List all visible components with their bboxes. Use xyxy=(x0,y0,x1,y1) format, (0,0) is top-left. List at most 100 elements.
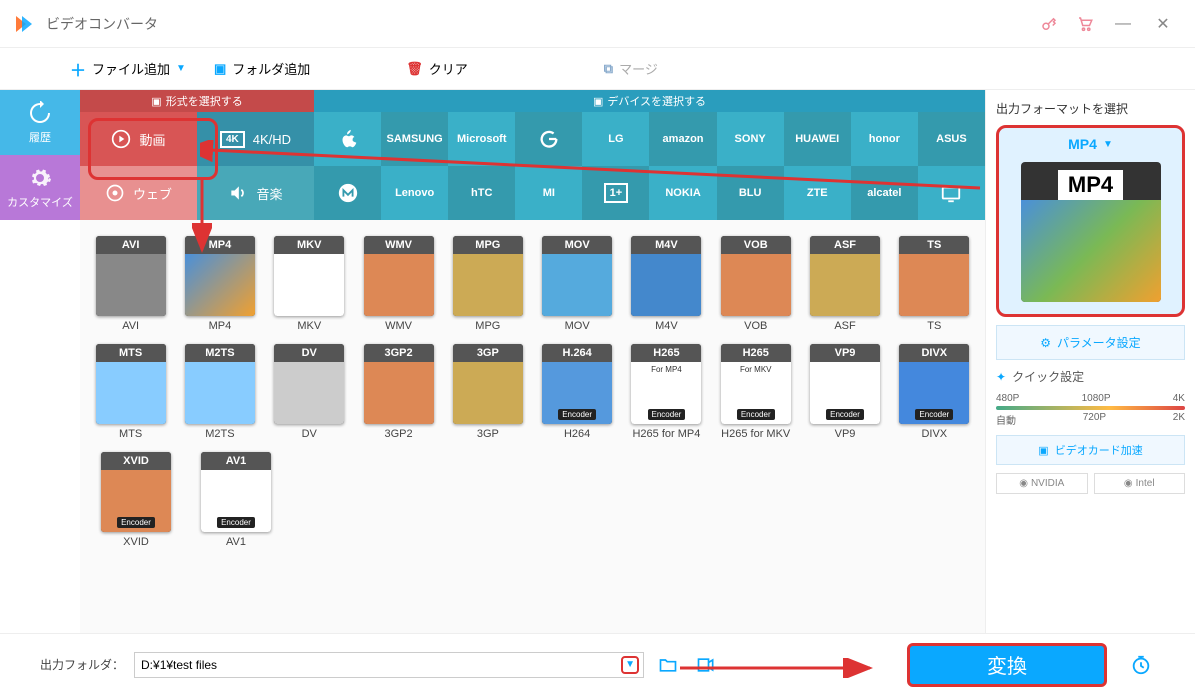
add-file-button[interactable]: ＋ ファイル追加 ▼ xyxy=(60,53,196,85)
brand-lg[interactable]: LG xyxy=(582,112,649,166)
format-badge: MKV xyxy=(274,236,344,254)
format-label: MP4 xyxy=(209,320,232,332)
brand-nokia[interactable]: NOKIA xyxy=(649,166,716,220)
format-h264[interactable]: H.264EncoderH264 xyxy=(534,340,619,444)
format-mkv[interactable]: MKVMKV xyxy=(267,232,352,336)
format-xvid[interactable]: XVIDEncoderXVID xyxy=(88,448,184,552)
key-icon[interactable] xyxy=(1031,6,1067,42)
minimize-button[interactable]: — xyxy=(1103,6,1143,42)
plus-icon: ＋ xyxy=(70,57,86,81)
format-badge: H.264 xyxy=(542,344,612,362)
brand-g[interactable] xyxy=(515,112,582,166)
add-folder-button[interactable]: ▣ フォルダ追加 xyxy=(204,55,320,82)
category-4k[interactable]: 4K 4K/HD xyxy=(197,112,314,166)
format-mp4[interactable]: MP4 MP4 xyxy=(177,232,262,336)
format-m2ts[interactable]: M2TSM2TS xyxy=(177,340,262,444)
chevron-down-icon: ▼ xyxy=(1103,139,1113,150)
gpu-accel-button[interactable]: ▣ ビデオカード加速 xyxy=(996,435,1185,465)
format-asf[interactable]: ASFASF xyxy=(802,232,887,336)
brand-apple[interactable] xyxy=(314,112,381,166)
brand-1+[interactable]: 1+ xyxy=(582,166,649,220)
format-av1[interactable]: AV1EncoderAV1 xyxy=(188,448,284,552)
schedule-button[interactable] xyxy=(1127,651,1155,679)
output-preview[interactable]: MP4 ▼ MP4 xyxy=(996,125,1185,317)
merge-button[interactable]: ⧉ マージ xyxy=(594,55,668,82)
format-dv[interactable]: DVDV xyxy=(267,340,352,444)
category-video-label: 動画 xyxy=(139,130,165,149)
right-panel: 出力フォーマットを選択 MP4 ▼ MP4 ⚙ パラメータ設定 ✦ クイック設定… xyxy=(985,90,1195,633)
brand-samsung[interactable]: SAMSUNG xyxy=(381,112,448,166)
category-bar: 動画 ウェブ 4K 4K/HD 音楽 SAMSUNGMicrosoft LGama… xyxy=(80,112,985,220)
brand-amazon[interactable]: amazon xyxy=(649,112,716,166)
format-ts[interactable]: TSTS xyxy=(892,232,977,336)
open-folder-button[interactable] xyxy=(654,651,682,679)
brand-sony[interactable]: SONY xyxy=(717,112,784,166)
format-h265-for-mp4[interactable]: For MP4H265EncoderH265 for MP4 xyxy=(624,340,709,444)
format-badge: MP4 xyxy=(185,236,255,254)
tab-device[interactable]: ▣ デバイスを選択する xyxy=(314,90,985,112)
brand-m[interactable] xyxy=(314,166,381,220)
encoder-tag: Encoder xyxy=(558,409,596,420)
brand-asus[interactable]: ASUS xyxy=(918,112,985,166)
video-list-button[interactable] xyxy=(692,651,720,679)
format-h265-for-mkv[interactable]: For MKVH265EncoderH265 for MKV xyxy=(713,340,798,444)
format-wmv[interactable]: WMVWMV xyxy=(356,232,441,336)
params-button[interactable]: ⚙ パラメータ設定 xyxy=(996,325,1185,360)
resolution-slider[interactable] xyxy=(996,406,1185,410)
res-1080p: 1080P xyxy=(1082,393,1111,404)
fourk-icon: 4K xyxy=(220,131,245,148)
category-web-label: ウェブ xyxy=(133,184,172,203)
sidebar-customize[interactable]: カスタマイズ xyxy=(0,155,80,220)
sidebar-history[interactable]: 履歴 xyxy=(0,90,80,155)
format-divx[interactable]: DIVXEncoderDIVX xyxy=(892,340,977,444)
brand-honor[interactable]: honor xyxy=(851,112,918,166)
close-button[interactable]: ✕ xyxy=(1143,6,1183,42)
format-badge: H265 xyxy=(721,344,791,362)
output-path-input[interactable]: D:¥1¥test files ▼ xyxy=(134,652,644,678)
format-avi[interactable]: AVIAVI xyxy=(88,232,173,336)
brand-huawei[interactable]: HUAWEI xyxy=(784,112,851,166)
merge-label: マージ xyxy=(619,59,658,78)
format-vob[interactable]: VOBVOB xyxy=(713,232,798,336)
category-web[interactable]: ウェブ xyxy=(80,166,197,220)
format-label: ASF xyxy=(834,320,855,332)
encoder-tag: Encoder xyxy=(217,517,255,528)
brand-tv[interactable] xyxy=(918,166,985,220)
tab-format[interactable]: ▣ 形式を選択する xyxy=(80,90,314,112)
brand-htc[interactable]: hTC xyxy=(448,166,515,220)
brand-mi[interactable]: MI xyxy=(515,166,582,220)
format-m4v[interactable]: M4VM4V xyxy=(624,232,709,336)
res-2k: 2K xyxy=(1173,412,1185,427)
brand-alcatel[interactable]: alcatel xyxy=(851,166,918,220)
brand-lenovo[interactable]: Lenovo xyxy=(381,166,448,220)
format-label: VP9 xyxy=(835,428,856,440)
format-3gp2[interactable]: 3GP23GP2 xyxy=(356,340,441,444)
encoder-tag: Encoder xyxy=(648,409,686,420)
format-mts[interactable]: MTSMTS xyxy=(88,340,173,444)
format-badge: VOB xyxy=(721,236,791,254)
folder-plus-icon: ▣ xyxy=(214,61,226,77)
output-path-value: D:¥1¥test files xyxy=(141,658,217,672)
quick-settings-label: クイック設定 xyxy=(1012,368,1084,385)
brand-blu[interactable]: BLU xyxy=(717,166,784,220)
brand-zte[interactable]: ZTE xyxy=(784,166,851,220)
category-video[interactable]: 動画 xyxy=(80,112,197,166)
format-3gp[interactable]: 3GP3GP xyxy=(445,340,530,444)
format-label: MOV xyxy=(565,320,590,332)
format-vp9[interactable]: VP9EncoderVP9 xyxy=(802,340,887,444)
clear-button[interactable]: 🗑 クリア xyxy=(396,55,478,82)
convert-button[interactable]: 変換 xyxy=(907,643,1107,687)
format-label: DV xyxy=(302,428,317,440)
category-music[interactable]: 音楽 xyxy=(197,166,314,220)
brand-microsoft[interactable]: Microsoft xyxy=(448,112,515,166)
format-mpg[interactable]: MPGMPG xyxy=(445,232,530,336)
gpu-intel[interactable]: ◉Intel xyxy=(1094,473,1186,494)
bottom-bar: 出力フォルダ： D:¥1¥test files ▼ 変換 xyxy=(0,633,1195,695)
gpu-nvidia[interactable]: ◉NVIDIA xyxy=(996,473,1088,494)
format-mov[interactable]: MOVMOV xyxy=(534,232,619,336)
cart-icon[interactable] xyxy=(1067,6,1103,42)
format-badge: XVID xyxy=(101,452,171,470)
format-badge: WMV xyxy=(364,236,434,254)
format-badge: H265 xyxy=(631,344,701,362)
path-dropdown-icon[interactable]: ▼ xyxy=(621,656,639,674)
